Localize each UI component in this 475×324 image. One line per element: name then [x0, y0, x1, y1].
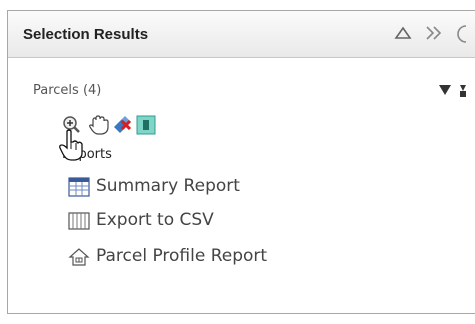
expand-double-icon[interactable]	[423, 23, 447, 47]
panel-title: Selection Results	[23, 26, 149, 43]
pan-hand-icon[interactable]	[88, 115, 110, 139]
panel-header: Selection Results	[8, 11, 475, 58]
clear-selection-icon[interactable]	[112, 115, 134, 139]
parcels-group-label[interactable]: Parcels (4)	[33, 83, 101, 98]
parcel-profile-icon	[68, 247, 90, 271]
highlight-icon[interactable]	[136, 115, 156, 139]
selection-results-panel: Selection Results Parcels (4) Reports Su…	[7, 10, 475, 314]
export-csv-icon	[68, 211, 90, 235]
more-icon[interactable]	[456, 23, 475, 49]
summary-report-icon	[68, 177, 90, 201]
collapse-icon[interactable]	[393, 23, 413, 47]
export-csv-label[interactable]: Export to CSV	[96, 210, 214, 230]
hand-pointer-cursor-icon	[59, 129, 85, 165]
summary-report-label[interactable]: Summary Report	[96, 176, 240, 196]
parcel-profile-report-label[interactable]: Parcel Profile Report	[96, 246, 267, 266]
filter-icon[interactable]	[438, 83, 468, 103]
